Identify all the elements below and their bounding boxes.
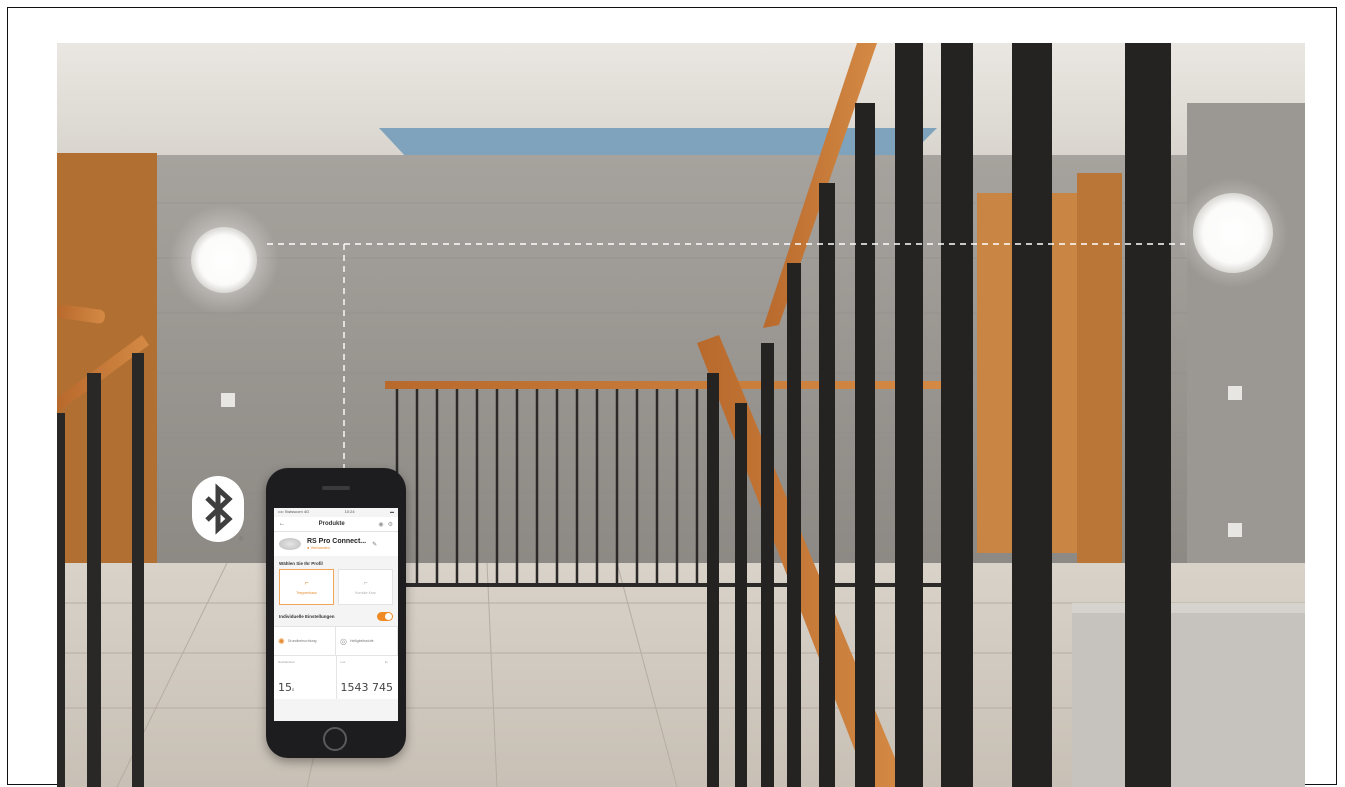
individual-settings-label: Individuelle Einstellungen [279,614,335,619]
bluetooth-icon [192,476,244,542]
product-card[interactable]: RS Pro Connect... ● Verbunden ✎ [274,532,398,556]
sun-icon: ✺ [278,636,285,646]
metrics-row: Nachlaufzeit 15s Lux lm 1543 745 [274,655,398,699]
nav-title: Produkte [318,521,345,527]
status-time: 10:24 [344,509,355,514]
profile-list: ⌐ Treppenhaus ⌐ Korridor Kurz [274,569,398,605]
profile-card-stairwell[interactable]: ⌐ Treppenhaus [279,569,334,605]
app-screen: •••• Swisscom 4G 10:24 ▬ ← Produkte ◉ ⚙ … [274,508,398,721]
tile-brightness[interactable]: ◎ Helligkeitsstufe [336,627,398,655]
lamp-thumbnail [279,538,301,550]
bluetooth-badge: ® [191,475,245,543]
metric-value: 1543 [340,681,369,694]
profile-heading: Wählen Sie Ihr Profil [279,561,323,566]
smartphone: •••• Swisscom 4G 10:24 ▬ ← Produkte ◉ ⚙ … [266,468,406,758]
profile-card-corridor[interactable]: ⌐ Korridor Kurz [338,569,393,605]
app-nav-bar: ← Produkte ◉ ⚙ [274,517,398,532]
metric-lux[interactable]: Lux lm 1543 745 [337,656,399,699]
corridor-icon: ⌐ [363,579,368,587]
profile-label: Korridor Kurz [355,590,376,595]
individual-settings-row: Individuelle Einstellungen [274,605,398,626]
brightness-icon: ◎ [340,636,347,646]
registered-mark: ® [239,537,244,543]
edit-pencil-icon[interactable]: ✎ [372,541,377,548]
phone-speaker [322,486,350,490]
status-bar: •••• Swisscom 4G 10:24 ▬ [274,508,398,517]
metric-label-secondary: lm [384,660,388,664]
product-name: RS Pro Connect... [307,538,367,545]
metric-value-secondary: 745 [372,681,393,694]
stairwell-photo [57,43,1305,787]
stairs-icon: ⌐ [304,579,309,587]
battery-icon: ▬ [390,509,394,514]
tile-base-lighting[interactable]: ✺ Grundbeleuchtung [274,627,336,655]
settings-icon[interactable]: ⚙ [388,521,393,528]
home-button[interactable] [323,727,347,751]
stairwell-scene [57,43,1305,787]
status-carrier: •••• Swisscom 4G [278,509,310,514]
individual-settings-toggle[interactable] [377,612,393,621]
settings-tiles: ✺ Grundbeleuchtung ◎ Helligkeitsstufe [274,626,398,655]
metric-label: Nachlaufzeit [278,660,295,664]
profile-label: Treppenhaus [296,590,317,595]
tile-label: Helligkeitsstufe [349,639,374,643]
eye-icon[interactable]: ◉ [378,521,383,528]
connection-status: ● Verbunden [307,545,330,550]
metric-value: 15s [278,681,295,694]
tile-label: Grundbeleuchtung [287,639,317,643]
back-arrow-icon[interactable]: ← [279,521,285,527]
metric-runtime[interactable]: Nachlaufzeit 15s [274,656,337,699]
